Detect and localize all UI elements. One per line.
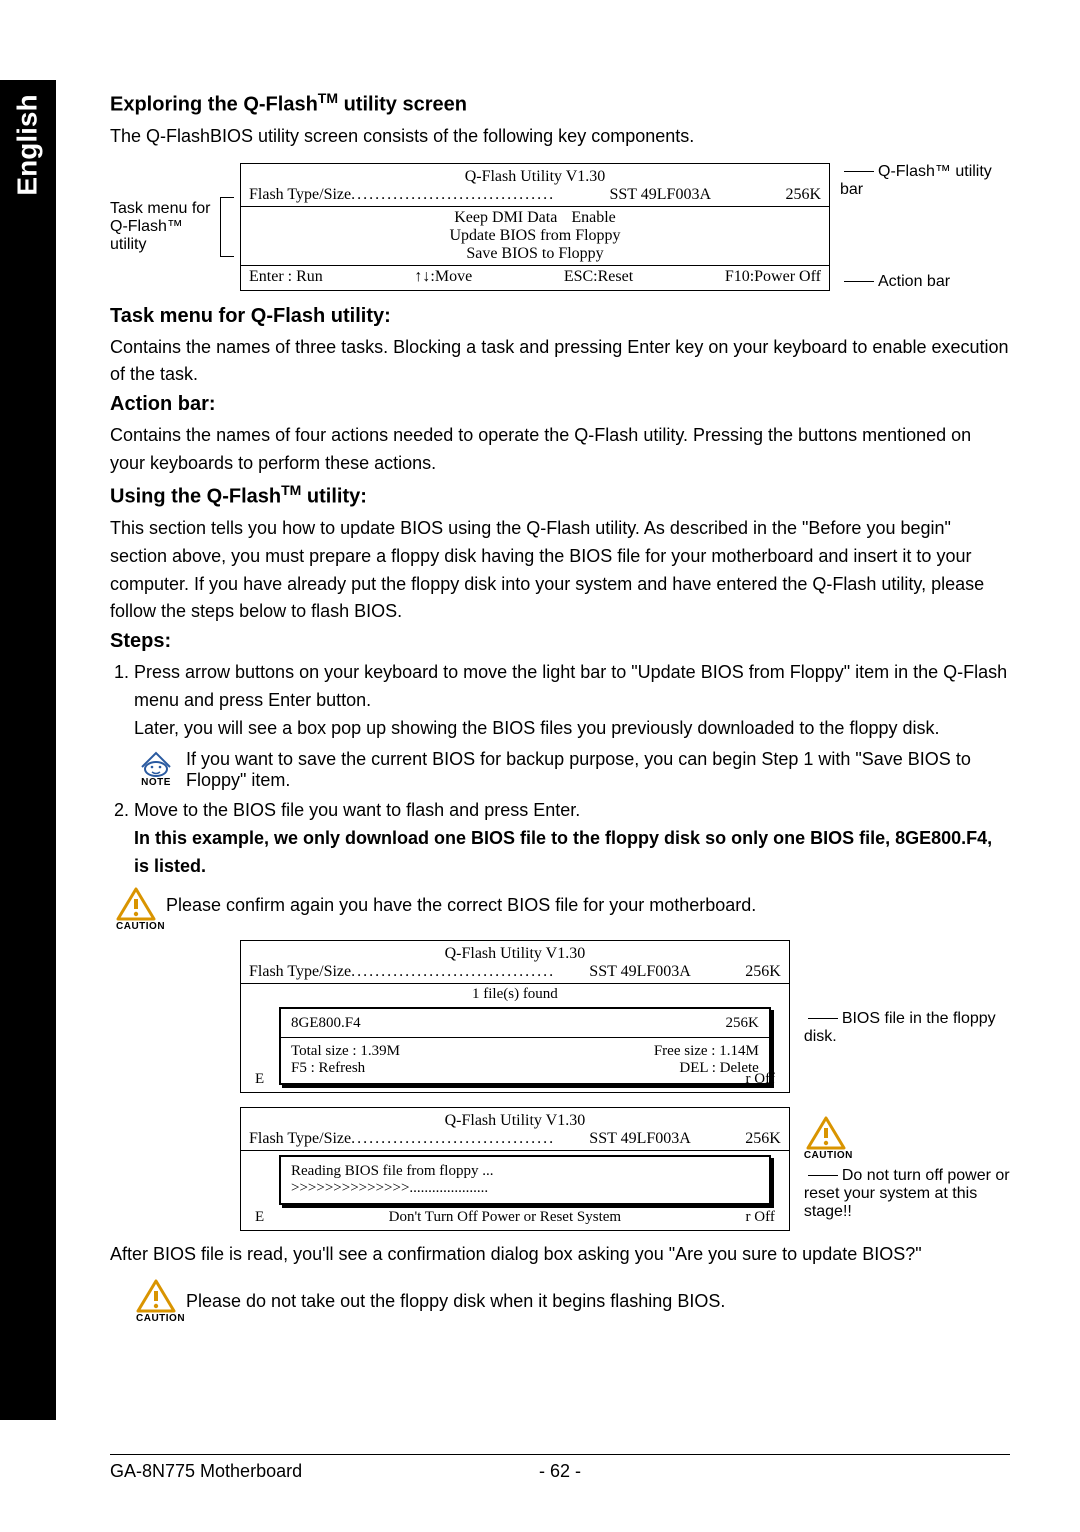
heading-exploring: Exploring the Q-FlashTM utility screen bbox=[110, 90, 1010, 117]
note-block: NOTE If you want to save the current BIO… bbox=[136, 749, 1010, 791]
bios-screens-lower: Q-Flash Utility V1.30 Flash Type/Size...… bbox=[240, 940, 1010, 1231]
using-text: This section tells you how to update BIO… bbox=[110, 515, 1010, 627]
callout-bios-file: BIOS file in the floppy disk. bbox=[804, 1010, 1010, 1046]
bios-screen-3: Q-Flash Utility V1.30 Flash Type/Size...… bbox=[240, 1107, 790, 1231]
page-content: Exploring the Q-FlashTM utility screen T… bbox=[110, 0, 1010, 1324]
callout-right: Q-Flash™ utility bar Action bar bbox=[830, 163, 1010, 291]
heading-steps: Steps: bbox=[110, 630, 1010, 653]
step-2: Move to the BIOS file you want to flash … bbox=[134, 797, 1010, 881]
caution-icon-3: CAUTION bbox=[136, 1279, 176, 1324]
step-1: Press arrow buttons on your keyboard to … bbox=[134, 659, 1010, 743]
heading-actionbar: Action bar: bbox=[110, 393, 1010, 416]
bios-screen-1: Task menu for Q-Flash™ utility Q-Flash U… bbox=[110, 163, 1010, 291]
caution-icon: CAUTION bbox=[116, 887, 156, 932]
callout-left: Task menu for Q-Flash™ utility bbox=[110, 163, 240, 291]
caution-block-2: CAUTION Please do not take out the flopp… bbox=[136, 1279, 1010, 1324]
bios-title: Q-Flash Utility V1.30 bbox=[249, 168, 821, 186]
heading-taskmenu: Task menu for Q-Flash utility: bbox=[110, 305, 1010, 328]
actionbar-text: Contains the names of four actions neede… bbox=[110, 422, 1010, 478]
note-icon: NOTE bbox=[136, 749, 176, 788]
page-footer: GA-8N775 Motherboard - 62 - bbox=[110, 1454, 1010, 1482]
caution-icon-2: CAUTION bbox=[804, 1116, 848, 1161]
bios-flash-row: Flash Type/Size.........................… bbox=[249, 186, 821, 204]
exploring-text: The Q-FlashBIOS utility screen consists … bbox=[110, 123, 1010, 151]
language-tab: English bbox=[0, 80, 56, 210]
after-read-text: After BIOS file is read, you'll see a co… bbox=[110, 1241, 1010, 1269]
bios-screen-2: Q-Flash Utility V1.30 Flash Type/Size...… bbox=[240, 940, 790, 1093]
side-strip bbox=[0, 210, 56, 1420]
page-number: - 62 - bbox=[539, 1461, 581, 1482]
taskmenu-text: Contains the names of three tasks. Block… bbox=[110, 334, 1010, 390]
callout-dont-power-off: Do not turn off power or reset your syst… bbox=[804, 1167, 1010, 1221]
bios-action-row: Enter : Run ↑↓:Move ESC:Reset F10:Power … bbox=[249, 268, 821, 286]
footer-model: GA-8N775 Motherboard bbox=[110, 1461, 302, 1482]
caution-block-1: CAUTION Please confirm again you have th… bbox=[116, 887, 1010, 932]
heading-using: Using the Q-FlashTM utility: bbox=[110, 482, 1010, 509]
